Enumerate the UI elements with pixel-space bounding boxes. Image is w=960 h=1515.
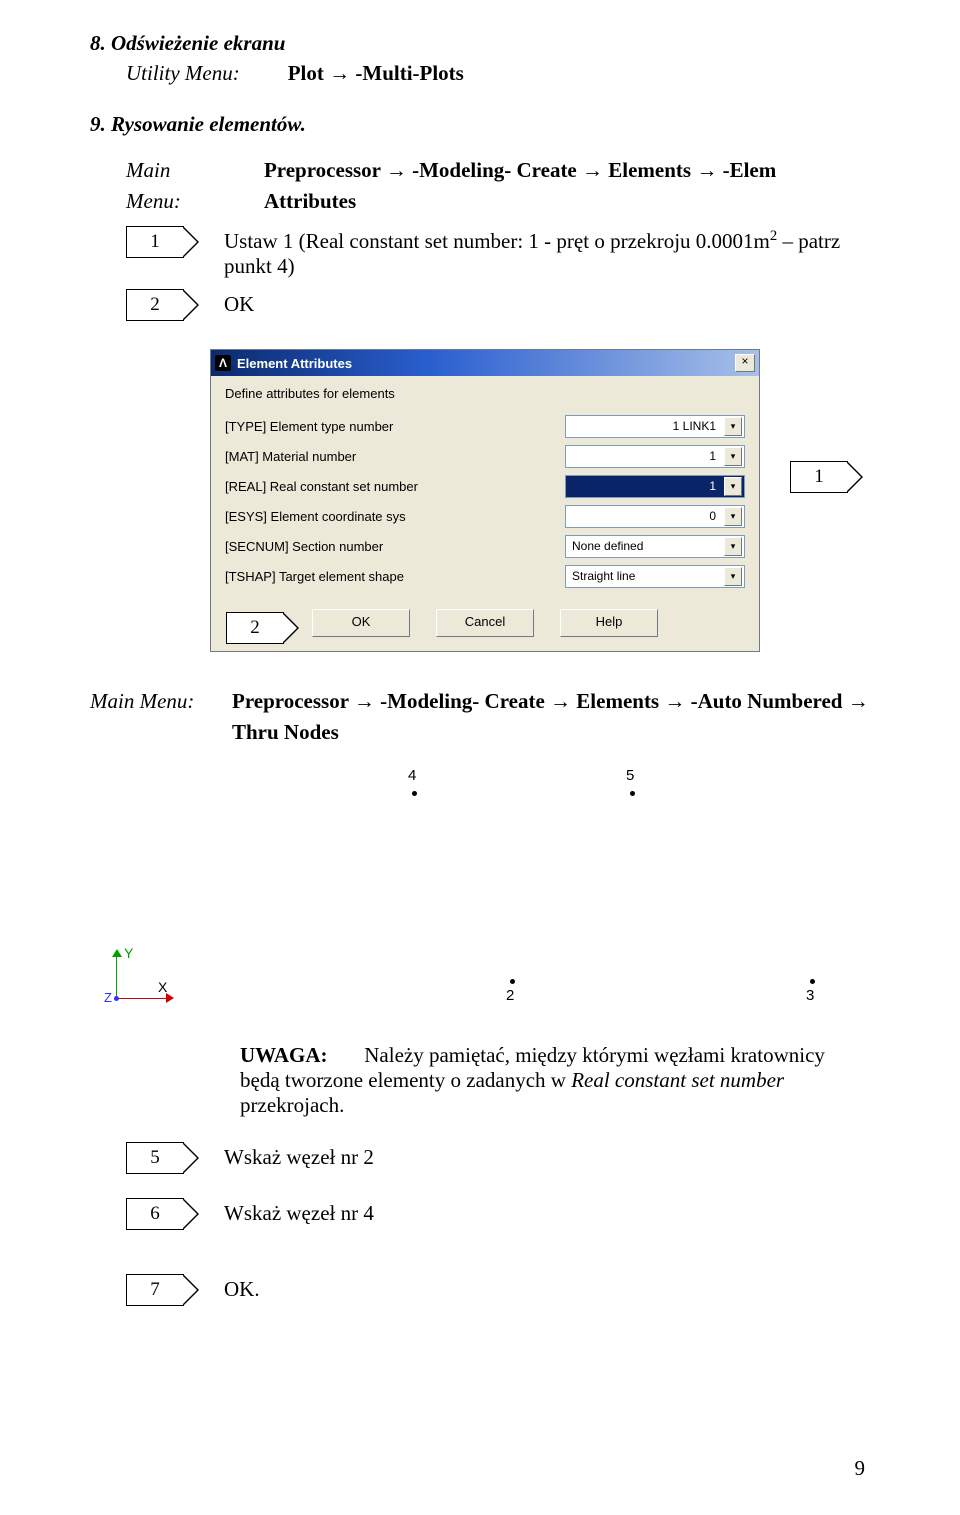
chevron-down-icon: ▾ <box>724 417 742 436</box>
dialog-header: Define attributes for elements <box>225 386 745 401</box>
close-icon[interactable]: × <box>735 354 755 372</box>
esys-label: [ESYS] Element coordinate sys <box>225 509 485 524</box>
node5-label: 5 <box>626 767 634 784</box>
note-label: UWAGA: <box>240 1043 328 1067</box>
step-2-callout: 2 <box>126 289 184 321</box>
element-attributes-dialog: Λ Element Attributes × Define attributes… <box>210 349 760 652</box>
step-1-row: 1 Ustaw 1 (Real constant set number: 1 -… <box>90 226 870 279</box>
real-dropdown[interactable]: 1 ▾ <box>565 475 745 498</box>
chevron-down-icon: ▾ <box>724 537 742 556</box>
mat-label: [MAT] Material number <box>225 449 485 464</box>
chevron-down-icon: ▾ <box>724 477 742 496</box>
step-6-text: Wskaż węzeł nr 4 <box>224 1198 870 1226</box>
type-dropdown[interactable]: 1 LINK1 ▾ <box>565 415 745 438</box>
axis-z-label: Z <box>104 990 112 1005</box>
type-label: [TYPE] Element type number <box>225 419 485 434</box>
step-2-text: OK <box>224 289 870 317</box>
chevron-down-icon: ▾ <box>724 567 742 586</box>
nodes-figure: 4 5 2 3 Y X Z <box>90 759 850 1019</box>
chevron-down-icon: ▾ <box>724 507 742 526</box>
main-menu-path-1: Preprocessor → -Modeling- Create → Eleme… <box>264 155 870 216</box>
utility-menu-label: Utility Menu: <box>126 58 240 88</box>
tshap-label: [TSHAP] Target element shape <box>225 569 485 584</box>
esys-dropdown[interactable]: 0 ▾ <box>565 505 745 528</box>
mat-dropdown[interactable]: 1 ▾ <box>565 445 745 468</box>
step-5-callout: 5 <box>126 1142 184 1174</box>
node2-label: 2 <box>506 987 514 1004</box>
dialog-titlebar: Λ Element Attributes × <box>211 350 759 376</box>
cancel-button[interactable]: Cancel <box>436 609 534 637</box>
section8-heading: 8. Odświeżenie ekranu <box>90 28 870 58</box>
ok-button[interactable]: OK <box>312 609 410 637</box>
step-1-callout: 1 <box>126 226 184 258</box>
secnum-label: [SECNUM] Section number <box>225 539 485 554</box>
app-icon: Λ <box>215 355 231 371</box>
dialog-callout-2: 2 <box>226 612 284 644</box>
node4-label: 4 <box>408 767 416 784</box>
main-menu-label-2: Main Menu: <box>90 686 210 747</box>
node3-label: 3 <box>806 987 814 1004</box>
step-5-text: Wskaż węzeł nr 2 <box>224 1142 870 1170</box>
main-menu-path-2: Preprocessor → -Modeling- Create → Eleme… <box>232 686 869 747</box>
help-button[interactable]: Help <box>560 609 658 637</box>
utility-menu-path: Plot → -Multi-Plots <box>288 58 464 88</box>
page-number: 9 <box>855 1456 866 1481</box>
chevron-down-icon: ▾ <box>724 447 742 466</box>
real-label: [REAL] Real constant set number <box>225 479 485 494</box>
dialog-wrap: Λ Element Attributes × Define attributes… <box>210 349 758 652</box>
note-block: UWAGA: Należy pamiętać, między którymi w… <box>90 1043 870 1118</box>
step-6-callout: 6 <box>126 1198 184 1230</box>
step-5-row: 5 Wskaż węzeł nr 2 <box>90 1142 870 1174</box>
main-menu-label-1: Main Menu: <box>126 155 230 216</box>
secnum-dropdown[interactable]: None defined ▾ <box>565 535 745 558</box>
coordinate-system: Y X Z <box>110 949 178 1007</box>
step-1-text: Ustaw 1 (Real constant set number: 1 - p… <box>224 226 870 279</box>
axis-y-label: Y <box>124 945 133 961</box>
axis-x-label: X <box>158 979 167 995</box>
step-7-row: 7 OK. <box>90 1274 870 1306</box>
section9-heading: 9. Rysowanie elementów. <box>90 109 870 139</box>
step-7-text: OK. <box>224 1274 870 1302</box>
step-7-callout: 7 <box>126 1274 184 1306</box>
dialog-title: Element Attributes <box>237 356 352 371</box>
step-6-row: 6 Wskaż węzeł nr 4 <box>90 1198 870 1230</box>
dialog-callout-1: 1 <box>790 461 848 493</box>
step-2-row: 2 OK <box>90 289 870 321</box>
tshap-dropdown[interactable]: Straight line ▾ <box>565 565 745 588</box>
